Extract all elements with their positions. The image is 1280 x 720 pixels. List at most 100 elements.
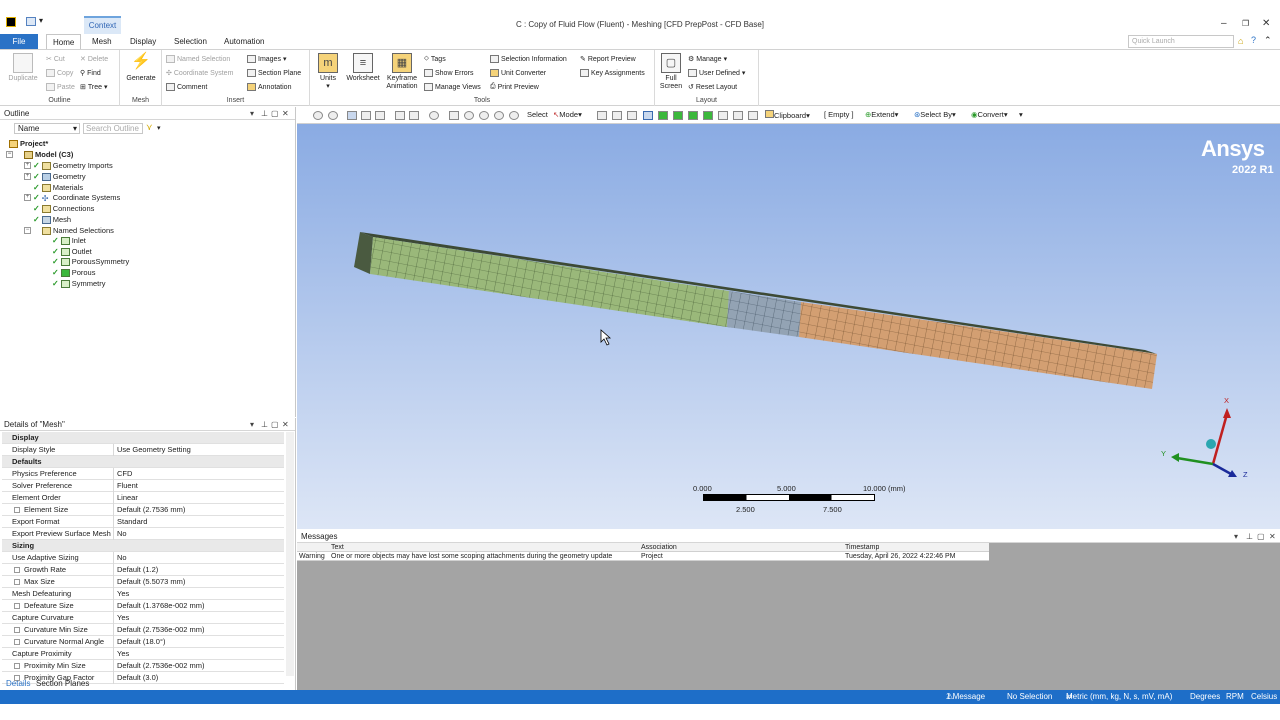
- coordinate-system-button[interactable]: ✣ Coordinate System: [166, 69, 233, 78]
- chevron-down-icon[interactable]: ▾: [157, 124, 161, 132]
- paste-button[interactable]: Paste: [46, 83, 75, 91]
- details-row[interactable]: Curvature Min Size Default (2.7536e-002 m…: [2, 624, 284, 636]
- tree-item-mesh[interactable]: ✓ Mesh: [33, 215, 71, 224]
- details-property-value[interactable]: Yes: [115, 612, 283, 624]
- details-property-value[interactable]: Default (2.7536 mm): [115, 504, 283, 516]
- restore-icon[interactable]: ❐: [1242, 19, 1249, 28]
- show-errors-button[interactable]: Show Errors: [424, 69, 474, 77]
- isometric-view-icon[interactable]: [347, 111, 357, 120]
- details-property-value[interactable]: Default (1.2): [115, 564, 283, 576]
- select-face-icon[interactable]: [627, 111, 637, 120]
- zoom-box-icon[interactable]: [328, 111, 338, 120]
- details-row[interactable]: Capture Curvature Yes: [2, 612, 284, 624]
- zoom-in-icon[interactable]: [464, 111, 474, 120]
- parameter-checkbox[interactable]: [14, 603, 20, 609]
- details-row[interactable]: Element Size Default (2.7536 mm): [2, 504, 284, 516]
- images-button[interactable]: Images ▾: [247, 55, 286, 63]
- rpm-units-status[interactable]: RPM: [1226, 690, 1244, 704]
- find-button[interactable]: ⚲ Find: [80, 69, 101, 78]
- select-vertex-icon[interactable]: [597, 111, 607, 120]
- details-section-header[interactable]: Sizing: [2, 540, 284, 552]
- details-property-value[interactable]: Default (1.3768e-002 mm): [115, 600, 283, 612]
- details-property-value[interactable]: Standard: [115, 516, 283, 528]
- tab-automation[interactable]: Automation: [218, 34, 270, 49]
- pan-icon[interactable]: [449, 111, 459, 120]
- details-row[interactable]: Physics Preference CFD: [2, 468, 284, 480]
- details-row[interactable]: Curvature Normal Angle Default (18.0°): [2, 636, 284, 648]
- select-by-dropdown[interactable]: ⊛Select By▾: [914, 110, 956, 119]
- help-icon[interactable]: ⌂: [1238, 36, 1243, 46]
- details-property-value[interactable]: Linear: [115, 492, 283, 504]
- pin-icon[interactable]: ⊥: [1246, 530, 1253, 543]
- tree-item-coordinate-systems[interactable]: + ✓ ✣ Coordinate Systems: [24, 193, 120, 203]
- extend-dropdown[interactable]: ⊕Extend▾: [865, 110, 898, 119]
- close-icon[interactable]: ✕: [1262, 18, 1270, 29]
- invert-selection-icon[interactable]: [733, 111, 743, 120]
- close-panel-icon[interactable]: ✕: [282, 107, 289, 120]
- details-scrollbar[interactable]: [286, 432, 294, 676]
- details-property-value[interactable]: CFD: [115, 468, 283, 480]
- comment-button[interactable]: Comment: [166, 83, 207, 91]
- details-property-value[interactable]: No: [115, 552, 283, 564]
- close-panel-icon[interactable]: ✕: [282, 418, 289, 431]
- user-defined-button[interactable]: User Defined ▾: [688, 69, 745, 77]
- tree-item-geometry[interactable]: + ✓ Geometry: [24, 172, 86, 181]
- minimize-icon[interactable]: –: [1221, 18, 1227, 29]
- maximize-panel-icon[interactable]: ▢: [271, 107, 279, 120]
- section-plane-button[interactable]: Section Plane: [247, 69, 301, 77]
- manage-views-button[interactable]: Manage Views: [424, 83, 481, 91]
- worksheet-button[interactable]: ≡ Worksheet: [344, 53, 382, 83]
- graphics-viewport[interactable]: Ansys 2022 R1 0.000 5.000 10.000 (mm) 2.…: [297, 124, 1280, 529]
- details-row[interactable]: Growth Rate Default (1.2): [2, 564, 284, 576]
- tree-button[interactable]: ⊞ Tree ▾: [80, 83, 108, 92]
- annotation-button[interactable]: Annotation: [247, 83, 291, 91]
- help-question-icon[interactable]: ?: [1251, 35, 1256, 45]
- tab-home[interactable]: Home: [46, 34, 82, 49]
- details-row[interactable]: Mesh Defeaturing Yes: [2, 588, 284, 600]
- parameter-checkbox[interactable]: [14, 663, 20, 669]
- select-element-icon[interactable]: [673, 111, 683, 120]
- select-body-icon[interactable]: [643, 111, 653, 120]
- pin-icon[interactable]: ⊥: [261, 107, 268, 120]
- parameter-checkbox[interactable]: [14, 639, 20, 645]
- cut-button[interactable]: ✂ Cut: [46, 55, 65, 64]
- details-row[interactable]: Proximity Min Size Default (2.7536e-002 m…: [2, 660, 284, 672]
- clipboard-dropdown[interactable]: Clipboard▾: [765, 110, 810, 120]
- details-property-value[interactable]: Default (5.5073 mm): [115, 576, 283, 588]
- named-selection-button[interactable]: Named Selection: [166, 55, 230, 63]
- collapse-icon[interactable]: −: [6, 151, 13, 158]
- view-side-icon[interactable]: [375, 111, 385, 120]
- details-property-value[interactable]: Yes: [115, 588, 283, 600]
- temperature-units-status[interactable]: Celsius: [1251, 690, 1277, 704]
- tree-item-materials[interactable]: ✓ Materials: [33, 183, 83, 192]
- select-edge-icon[interactable]: [612, 111, 622, 120]
- details-row[interactable]: Max Size Default (5.5073 mm): [2, 576, 284, 588]
- manage-button[interactable]: ⚙ Manage ▾: [688, 55, 727, 64]
- details-property-value[interactable]: No: [115, 528, 283, 540]
- expand-icon[interactable]: +: [24, 194, 31, 201]
- close-panel-icon[interactable]: ✕: [1269, 530, 1276, 543]
- panel-dropdown-icon[interactable]: ▾: [1234, 530, 1238, 543]
- column-association[interactable]: Association: [641, 543, 677, 552]
- select-dropdown[interactable]: Select: [527, 110, 548, 119]
- convert-dropdown[interactable]: ◉Convert▾: [971, 110, 1008, 119]
- key-assignments-button[interactable]: Key Assignments: [580, 69, 645, 77]
- rotate-icon[interactable]: [429, 111, 439, 120]
- details-row[interactable]: Use Adaptive Sizing No: [2, 552, 284, 564]
- tree-item-connections[interactable]: ✓ Connections: [33, 204, 94, 213]
- details-row[interactable]: Display Style Use Geometry Setting: [2, 444, 284, 456]
- tab-selection[interactable]: Selection: [168, 34, 213, 49]
- keyframe-animation-button[interactable]: ▦ Keyframe Animation: [382, 53, 422, 91]
- zoom-out-icon[interactable]: [479, 111, 489, 120]
- tab-details[interactable]: Details: [6, 678, 30, 690]
- tree-item-symmetry[interactable]: ✓ Symmetry: [52, 279, 105, 288]
- expand-icon[interactable]: +: [24, 173, 31, 180]
- zoom-fit-icon[interactable]: [313, 111, 323, 120]
- generate-button[interactable]: ⚡ Generate: [122, 53, 160, 83]
- reset-layout-button[interactable]: ↺ Reset Layout: [688, 83, 737, 92]
- panel-dropdown-icon[interactable]: ▾: [250, 418, 254, 431]
- display-mesh-icon[interactable]: [409, 111, 419, 120]
- details-row[interactable]: Solver Preference Fluent: [2, 480, 284, 492]
- tab-section-planes[interactable]: Section Planes: [36, 678, 89, 690]
- delete-button[interactable]: ✕ Delete: [80, 55, 108, 64]
